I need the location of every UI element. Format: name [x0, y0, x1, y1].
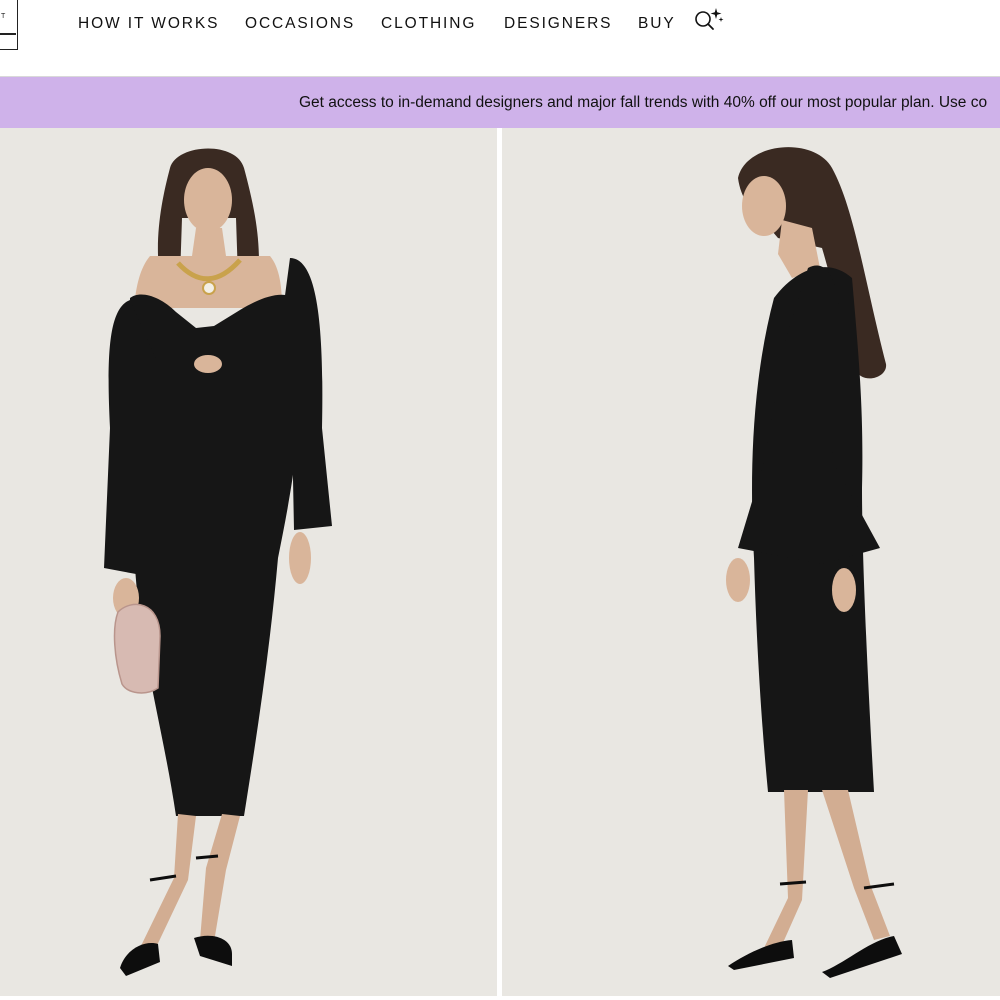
- nav-designers[interactable]: DESIGNERS: [504, 14, 612, 34]
- product-gallery: [0, 128, 1000, 1000]
- site-header: T HOW IT WORKS OCCASIONS CLOTHING DESIGN…: [0, 0, 1000, 77]
- model-side-illustration: [502, 128, 1000, 996]
- nav-buy[interactable]: BUY: [638, 14, 676, 34]
- nav-occasions[interactable]: OCCASIONS: [245, 14, 355, 34]
- product-image-front[interactable]: [0, 128, 497, 996]
- model-front-illustration: [0, 128, 497, 996]
- logo-letter: T: [1, 13, 6, 20]
- brand-logo[interactable]: T: [0, 0, 18, 50]
- logo-rule: [0, 33, 16, 35]
- promo-banner[interactable]: Get access to in-demand designers and ma…: [0, 77, 1000, 128]
- search-button[interactable]: [692, 6, 726, 34]
- search-sparkle-icon: [695, 8, 724, 30]
- nav-clothing[interactable]: CLOTHING: [381, 14, 476, 34]
- promo-text: Get access to in-demand designers and ma…: [299, 94, 988, 111]
- nav-how-it-works[interactable]: HOW IT WORKS: [78, 14, 219, 34]
- product-image-side[interactable]: [502, 128, 1000, 996]
